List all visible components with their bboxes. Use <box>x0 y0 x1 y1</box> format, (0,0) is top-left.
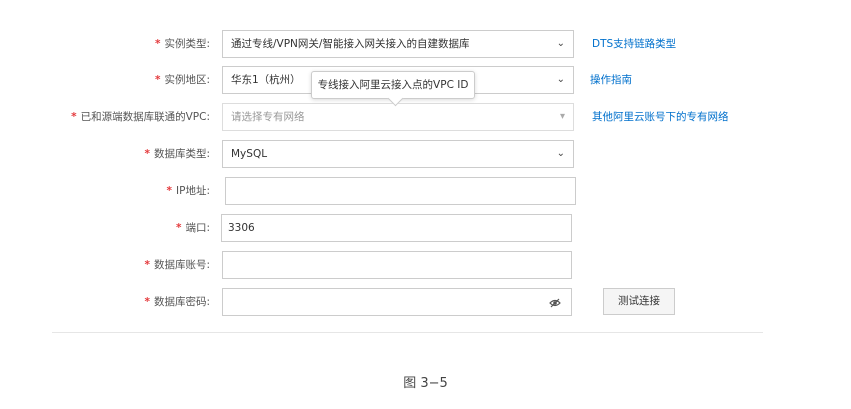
operation-guide-link[interactable]: 操作指南 <box>590 66 632 94</box>
port-label: * 端口: <box>176 214 210 242</box>
account-label: * 数据库账号: <box>144 251 210 279</box>
required-mark: * <box>144 259 150 271</box>
instance-region-value: 华东1（杭州） <box>231 74 301 86</box>
required-mark: * <box>71 111 77 123</box>
eye-icon[interactable] <box>549 289 561 315</box>
vpc-tooltip: 专线接入阿里云接入点的VPC ID <box>311 71 475 107</box>
password-row: * 数据库密码: <box>0 288 851 316</box>
dts-link-types-link[interactable]: DTS支持链路类型 <box>592 30 676 58</box>
chevron-down-icon: ▾ <box>559 111 565 122</box>
db-type-row: * 数据库类型: MySQL ⌄ <box>0 140 851 168</box>
ip-row: * IP地址: <box>0 177 851 205</box>
port-value: 3306 <box>228 222 255 234</box>
chevron-down-icon: ⌄ <box>556 148 565 159</box>
ip-label-text: IP地址: <box>176 185 210 197</box>
vpc-row: * 已和源端数据库联通的VPC: 请选择专有网络 ▾ 其他阿里云账号下的专有网络 <box>0 103 851 131</box>
ip-input[interactable] <box>225 177 576 205</box>
required-mark: * <box>144 296 150 308</box>
vpc-tooltip-text: 专线接入阿里云接入点的VPC ID <box>317 79 469 91</box>
chevron-down-icon: ⌄ <box>556 74 565 85</box>
instance-type-label-text: 实例类型: <box>164 38 210 50</box>
other-account-vpc-link[interactable]: 其他阿里云账号下的专有网络 <box>592 103 729 131</box>
required-mark: * <box>154 38 161 50</box>
figure-caption: 图 3−5 <box>403 376 448 391</box>
vpc-placeholder: 请选择专有网络 <box>231 111 305 123</box>
db-type-label: * 数据库类型: <box>144 140 210 168</box>
db-type-label-text: 数据库类型: <box>153 148 210 160</box>
test-connection-button[interactable]: 测试连接 <box>603 288 675 315</box>
instance-type-select[interactable]: 通过专线/VPN网关/智能接入网关接入的自建数据库 ⌄ <box>222 30 574 58</box>
instance-type-label: * 实例类型: <box>155 30 210 58</box>
account-label-text: 数据库账号: <box>153 259 210 271</box>
vpc-label-text: 已和源端数据库联通的VPC: <box>80 111 210 123</box>
instance-type-value: 通过专线/VPN网关/智能接入网关接入的自建数据库 <box>231 38 470 50</box>
password-label: * 数据库密码: <box>144 288 210 316</box>
db-type-select[interactable]: MySQL ⌄ <box>222 140 574 168</box>
port-label-text: 端口: <box>185 222 210 234</box>
port-row: * 端口: 3306 <box>0 214 851 242</box>
vpc-label: * 已和源端数据库联通的VPC: <box>71 103 210 131</box>
password-input[interactable] <box>222 288 572 316</box>
instance-region-label-text: 实例地区: <box>164 74 210 86</box>
password-label-text: 数据库密码: <box>153 296 210 308</box>
required-mark: * <box>154 74 161 86</box>
required-mark: * <box>166 185 173 197</box>
account-row: * 数据库账号: <box>0 251 851 279</box>
required-mark: * <box>175 222 182 234</box>
required-mark: * <box>144 148 150 160</box>
db-type-value: MySQL <box>231 148 268 160</box>
divider <box>52 332 763 333</box>
port-input[interactable]: 3306 <box>221 214 572 242</box>
instance-region-label: * 实例地区: <box>155 66 210 94</box>
instance-type-row: * 实例类型: 通过专线/VPN网关/智能接入网关接入的自建数据库 ⌄ DTS支持… <box>0 30 851 58</box>
account-input[interactable] <box>222 251 572 279</box>
chevron-down-icon: ⌄ <box>556 38 565 49</box>
ip-label: * IP地址: <box>167 177 210 205</box>
vpc-select[interactable]: 请选择专有网络 ▾ <box>222 103 574 131</box>
